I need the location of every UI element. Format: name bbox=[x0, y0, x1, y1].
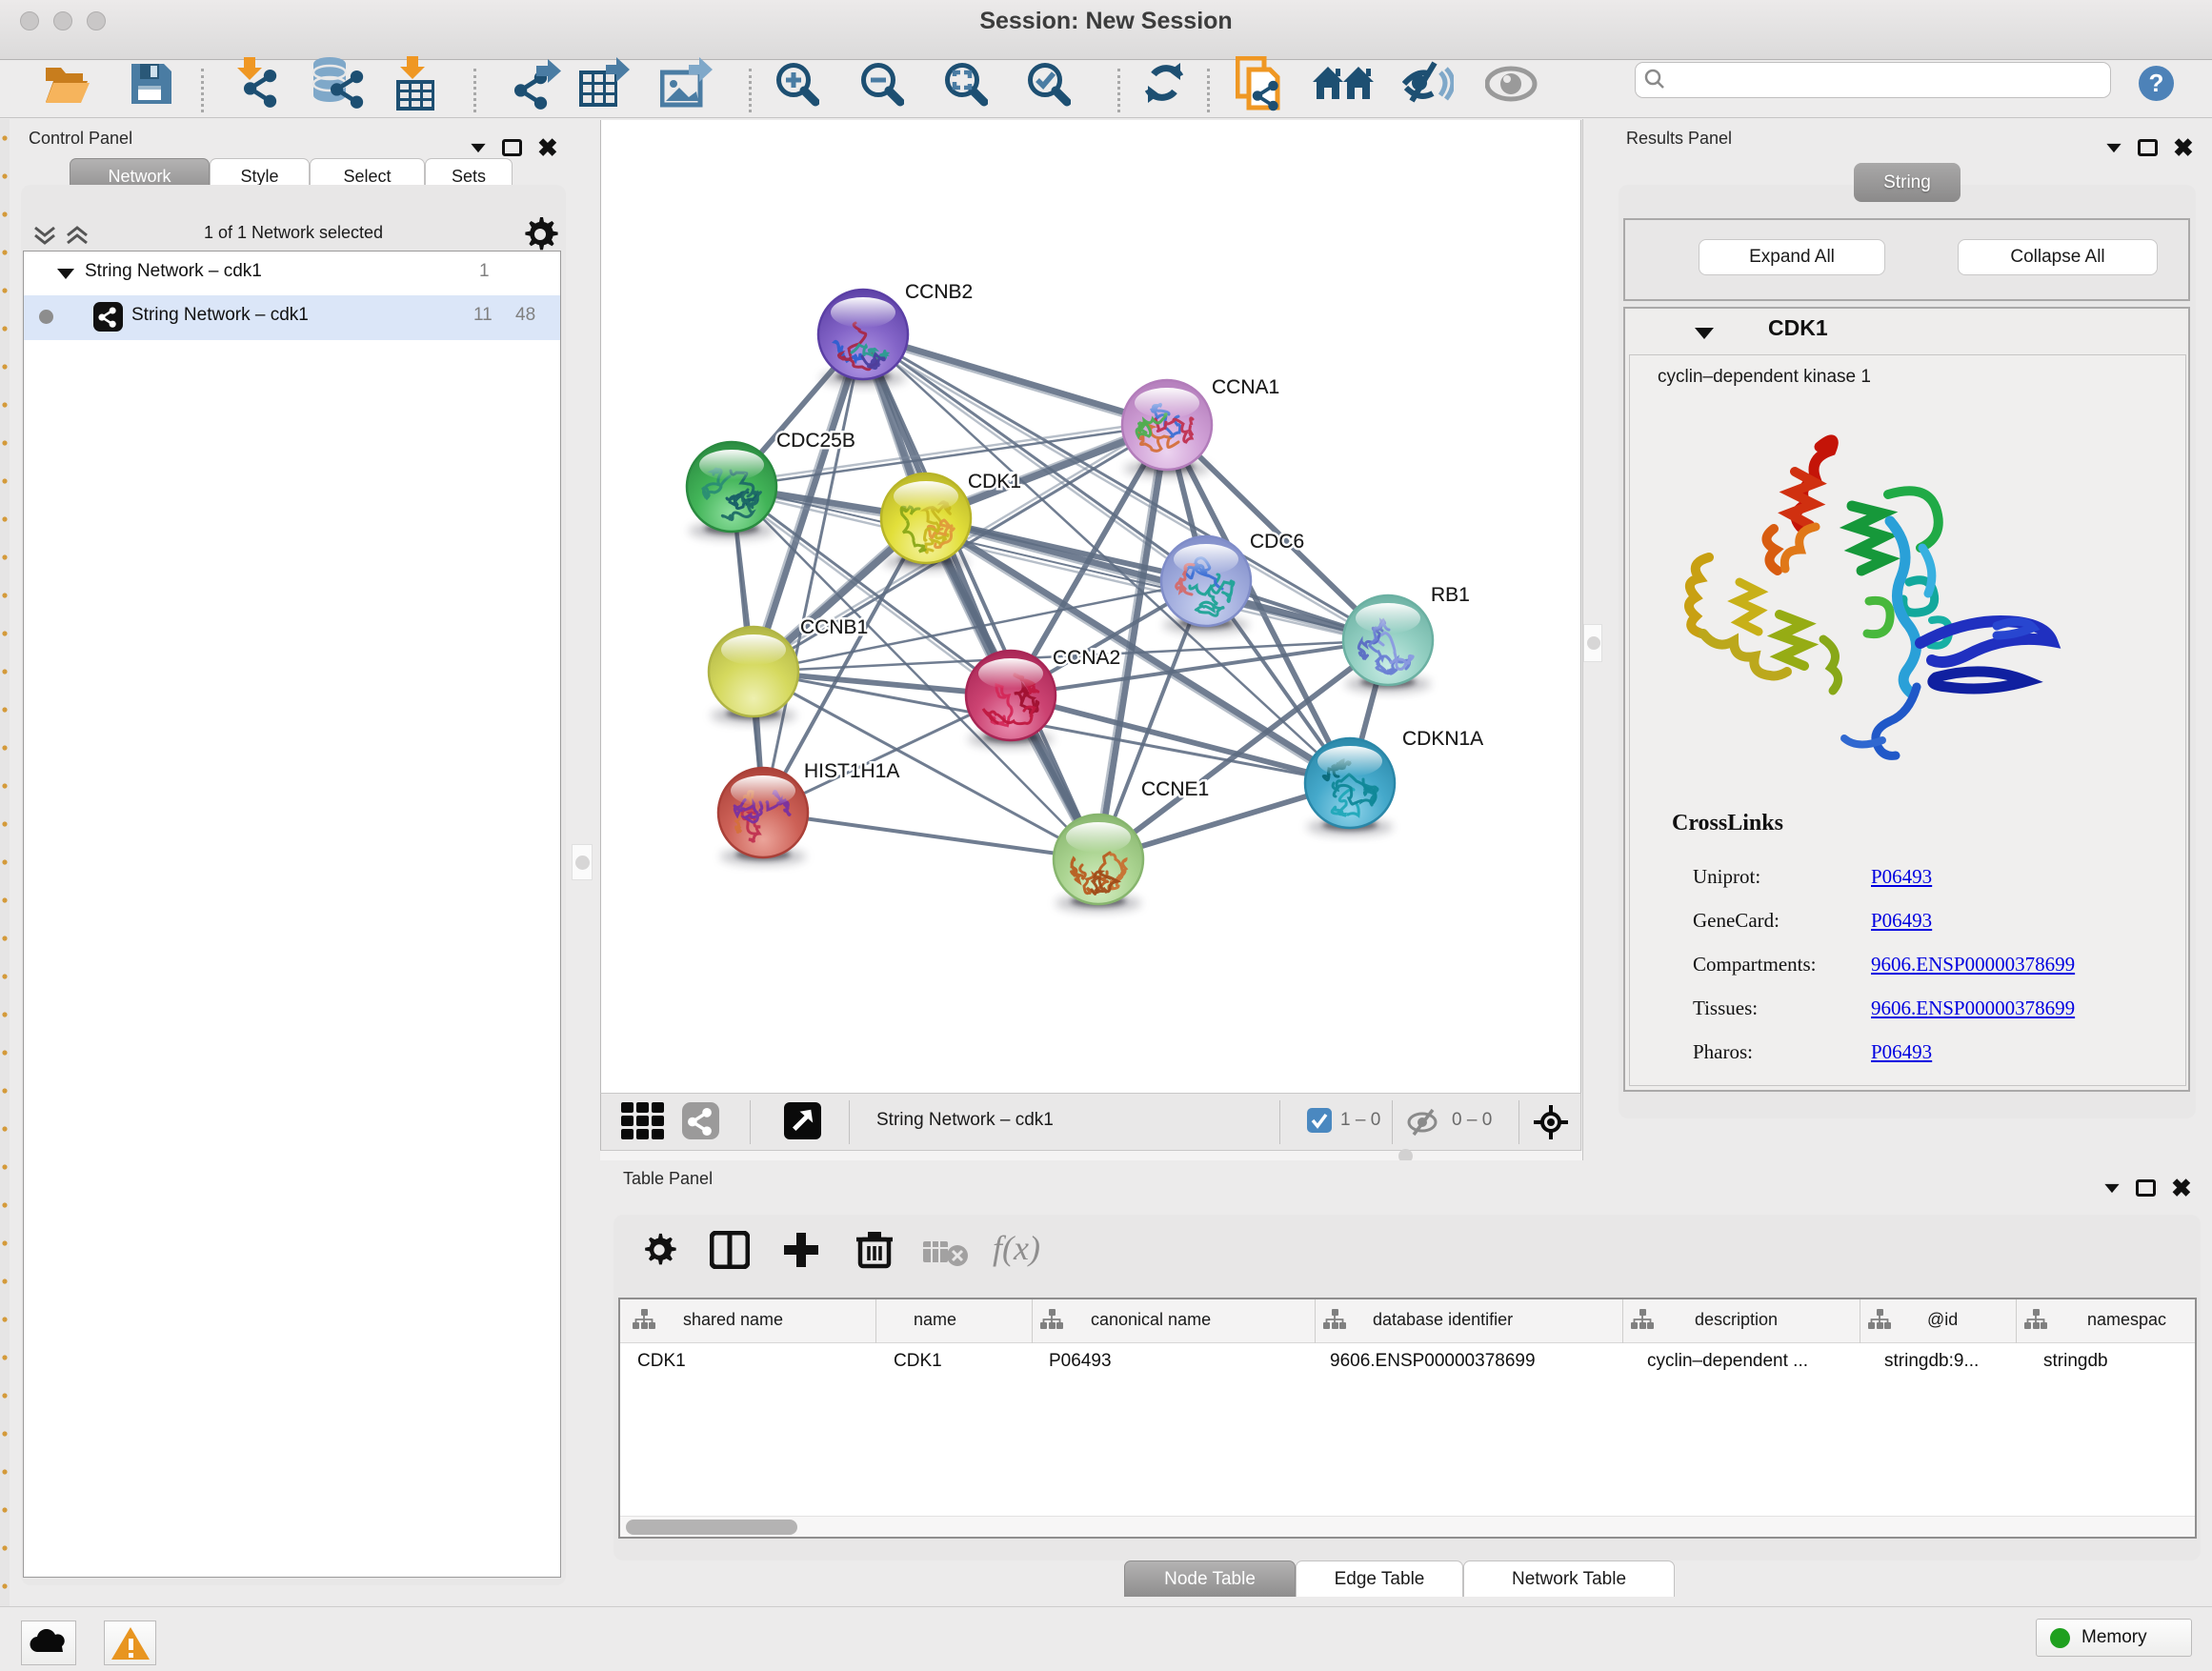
svg-text:HIST1H1A: HIST1H1A bbox=[804, 760, 899, 782]
svg-text:CCNA2: CCNA2 bbox=[1053, 647, 1120, 669]
svg-text:CDK1: CDK1 bbox=[968, 471, 1021, 493]
svg-text:CCNA1: CCNA1 bbox=[1212, 376, 1279, 398]
svg-text:CDC25B: CDC25B bbox=[776, 430, 855, 452]
svg-text:CDKN1A: CDKN1A bbox=[1402, 728, 1483, 750]
svg-text:CCNB1: CCNB1 bbox=[800, 616, 868, 638]
svg-text:CCNB2: CCNB2 bbox=[905, 281, 973, 303]
svg-text:RB1: RB1 bbox=[1431, 584, 1470, 606]
svg-text:CCNE1: CCNE1 bbox=[1141, 778, 1209, 800]
svg-text:CDC6: CDC6 bbox=[1250, 531, 1304, 553]
